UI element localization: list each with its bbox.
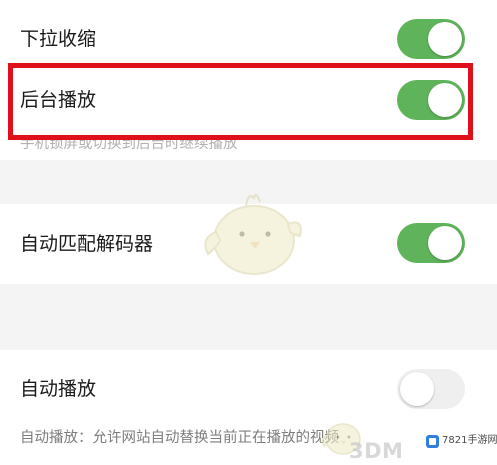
brand-watermark: 3DM <box>349 439 404 463</box>
autoplay-toggle[interactable] <box>397 369 465 409</box>
setting-label: 下拉收缩 <box>20 28 97 50</box>
site-watermark: 7821手游网 <box>426 432 497 454</box>
toggle-knob <box>428 22 462 56</box>
site-watermark-text: 7821手游网 <box>442 435 497 446</box>
setting-row-pull-down-collapse[interactable]: 下拉收缩 <box>0 0 497 63</box>
highlight-frame <box>8 63 473 140</box>
setting-label: 自动播放 <box>20 378 97 400</box>
site-logo-icon <box>426 435 439 448</box>
auto-match-decoder-toggle[interactable] <box>397 223 465 263</box>
toggle-knob <box>428 226 462 260</box>
autoplay-description: 自动播放：允许网站自动替换当前正在播放的视频 <box>20 430 339 446</box>
mascot-watermark-icon <box>204 193 302 275</box>
toggle-knob <box>400 372 434 406</box>
section-divider <box>0 284 497 350</box>
setting-row-autoplay[interactable]: 自动播放 自动播放：允许网站自动替换当前正在播放的视频 <box>0 350 497 465</box>
pull-down-collapse-toggle[interactable] <box>397 19 465 59</box>
setting-label: 自动匹配解码器 <box>20 233 154 255</box>
